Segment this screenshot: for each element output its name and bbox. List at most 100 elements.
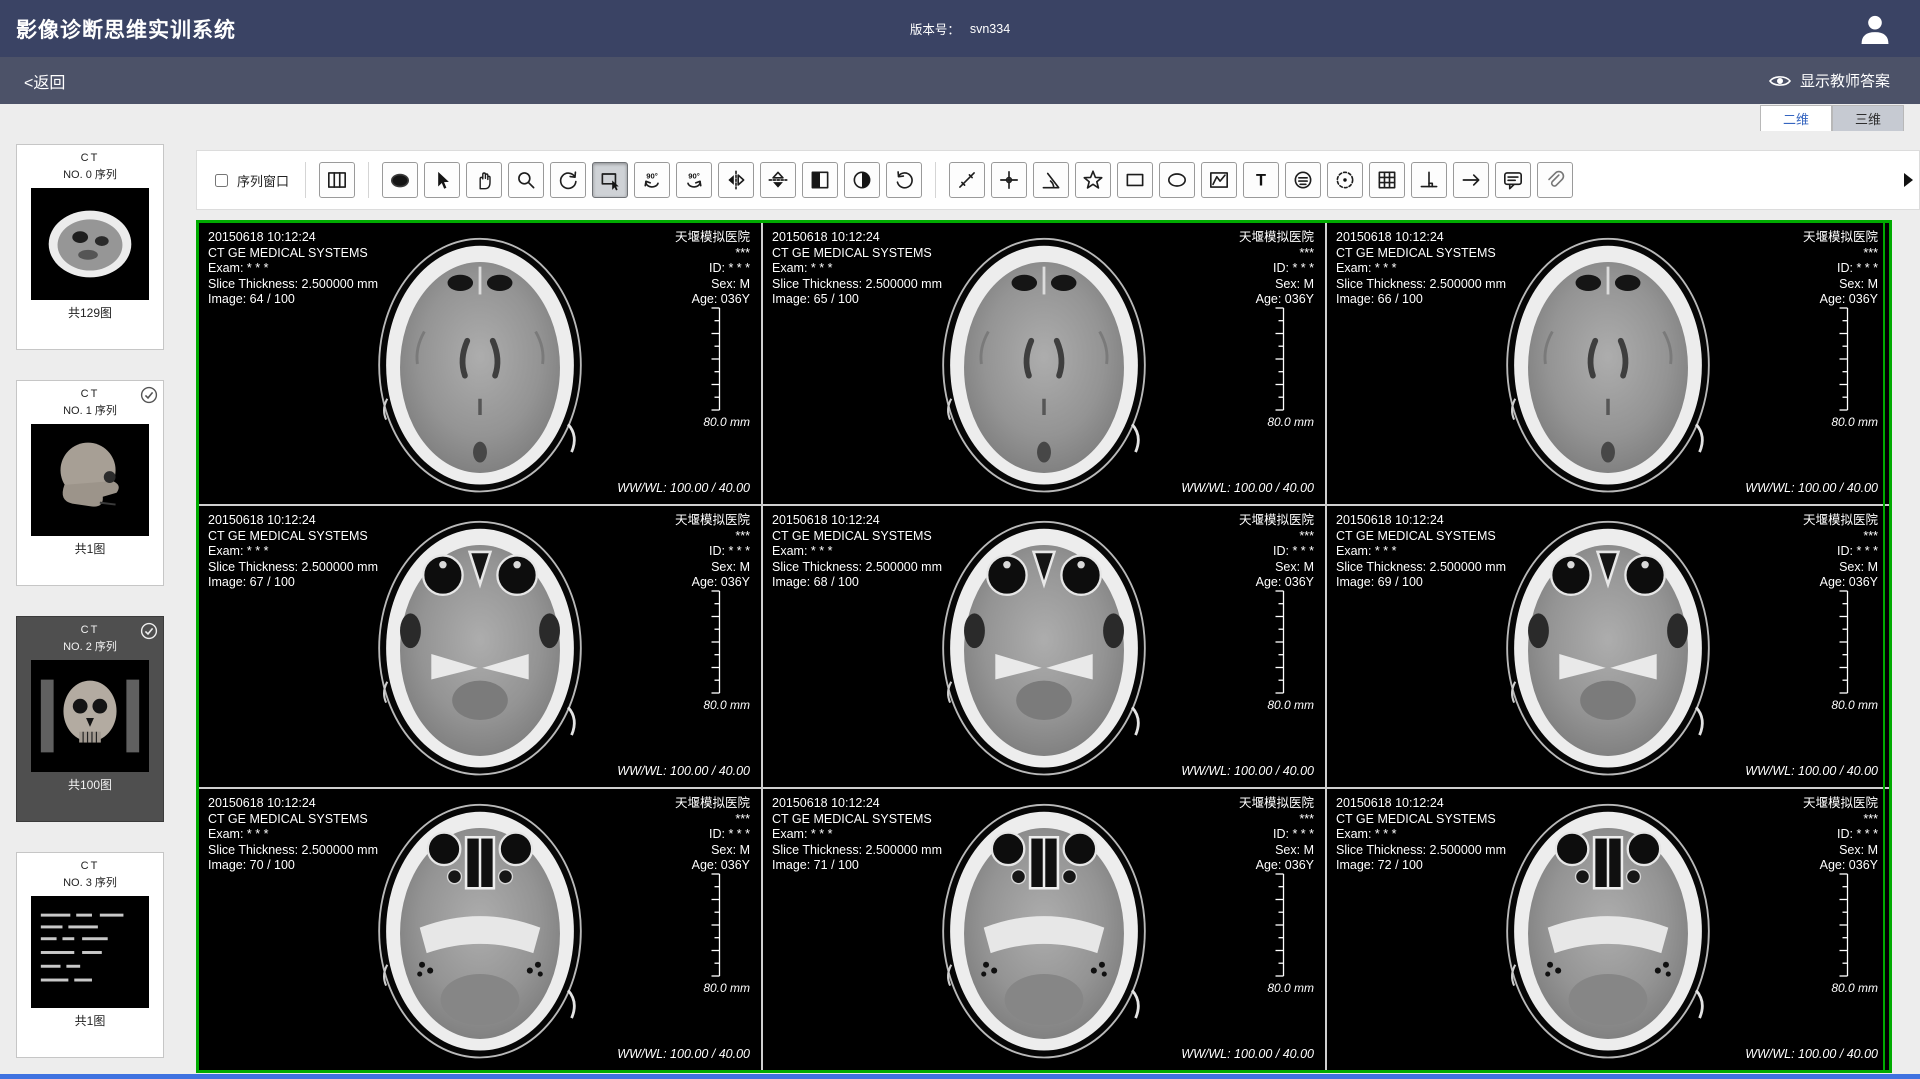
series-window-label[interactable]: 序列窗口 [237, 171, 289, 190]
pointer-cursor-icon [430, 168, 454, 192]
series-card[interactable]: CT NO. 3 序列 [16, 852, 164, 1058]
panel-exam: Exam: * * * [208, 827, 378, 843]
paperclip-icon [1543, 168, 1567, 192]
panel-thickness: Slice Thickness: 2.500000 mm [1336, 560, 1506, 576]
panel-info-left: 20150618 10:12:24 CT GE MEDICAL SYSTEMS … [208, 796, 378, 874]
tool-pan-button[interactable] [466, 162, 502, 198]
toolbar-separator [368, 162, 369, 198]
viewer-area: 20150618 10:12:24 CT GE MEDICAL SYSTEMS … [196, 220, 1892, 1073]
series-card[interactable]: CT NO. 1 序列 [16, 380, 164, 586]
series-card[interactable]: CT NO. 2 序列 [16, 616, 164, 822]
viewport-panel[interactable]: 20150618 10:12:24 CT GE MEDICAL SYSTEMS … [763, 789, 1325, 1070]
panel-stars: *** [1803, 812, 1878, 828]
panel-hospital: 天堰模拟医院 [1239, 230, 1314, 246]
panel-datetime: 20150618 10:12:24 [1336, 513, 1506, 529]
tool-rotate-button[interactable] [550, 162, 586, 198]
show-teacher-answer-button[interactable]: 显示教师答案 [1762, 69, 1896, 92]
toolbar: 序列窗口 [196, 150, 1920, 210]
text-tool-icon: T [1249, 168, 1273, 192]
viewer-right-rail [1883, 223, 1885, 1070]
back-button[interactable]: <返回 [24, 69, 65, 93]
panel-info-right: 天堰模拟医院 *** ID: * * * Sex: M Age: 036Y [1803, 796, 1878, 874]
tool-invert-button[interactable] [802, 162, 838, 198]
panel-sex: Sex: M [1239, 277, 1314, 293]
series-count: 共1图 [17, 1012, 163, 1029]
viewport-panel[interactable]: 20150618 10:12:24 CT GE MEDICAL SYSTEMS … [199, 789, 761, 1070]
tool-circle-roi-button[interactable] [1285, 162, 1321, 198]
series-label: NO. 0 序列 [17, 166, 163, 182]
ct-image [1481, 790, 1736, 1068]
tool-measure-star-button[interactable] [1075, 162, 1111, 198]
series-modality: CT [17, 860, 163, 872]
series-card[interactable]: CT NO. 0 序列 [16, 144, 164, 350]
panel-hospital: 天堰模拟医院 [1803, 513, 1878, 529]
tab-2d[interactable]: 二维 [1760, 105, 1832, 131]
tool-point-roi-button[interactable] [1327, 162, 1363, 198]
tab-3d[interactable]: 三维 [1832, 105, 1904, 131]
tool-rotate-left-90-button[interactable]: 90° [634, 162, 670, 198]
viewport-panel[interactable]: 20150618 10:12:24 CT GE MEDICAL SYSTEMS … [1327, 223, 1889, 504]
panel-patient-id: ID: * * * [675, 827, 750, 843]
horizontal-scrollbar[interactable] [0, 1074, 1920, 1079]
panel-image-number: Image: 70 / 100 [208, 858, 378, 874]
tool-measure-ellipse-button[interactable] [1159, 162, 1195, 198]
tool-zoom-button[interactable] [508, 162, 544, 198]
panel-window-level: WW/WL: 100.00 / 40.00 [1745, 764, 1878, 780]
panel-exam: Exam: * * * [772, 827, 942, 843]
viewport-panel[interactable]: 20150618 10:12:24 CT GE MEDICAL SYSTEMS … [1327, 789, 1889, 1070]
eye-icon [1768, 73, 1792, 89]
perpendicular-icon [1417, 168, 1441, 192]
user-avatar-button[interactable] [1856, 10, 1894, 48]
panel-thickness: Slice Thickness: 2.500000 mm [1336, 277, 1506, 293]
panel-device: CT GE MEDICAL SYSTEMS [772, 529, 942, 545]
tool-rotate-right-90-button[interactable]: 90° [676, 162, 712, 198]
panel-exam: Exam: * * * [772, 261, 942, 277]
series-thumbnail[interactable] [31, 896, 149, 1008]
tool-measure-line-button[interactable] [949, 162, 985, 198]
panel-patient-id: ID: * * * [675, 544, 750, 560]
tool-attachment-button[interactable] [1537, 162, 1573, 198]
tool-comment-button[interactable] [1495, 162, 1531, 198]
tool-flip-vertical-button[interactable] [760, 162, 796, 198]
thumbnail-image [31, 188, 149, 300]
ct-image [353, 507, 608, 785]
panel-age: Age: 036Y [675, 858, 750, 874]
tool-window-region-button[interactable] [592, 162, 628, 198]
tool-measure-angle-button[interactable] [1033, 162, 1069, 198]
tool-arrow-annotation-button[interactable] [1453, 162, 1489, 198]
tool-grid-button[interactable] [1369, 162, 1405, 198]
panel-info-left: 20150618 10:12:24 CT GE MEDICAL SYSTEMS … [1336, 230, 1506, 308]
viewport-panel[interactable]: 20150618 10:12:24 CT GE MEDICAL SYSTEMS … [199, 506, 761, 787]
app-title: 影像诊断思维实训系统 [16, 14, 236, 44]
panel-info-left: 20150618 10:12:24 CT GE MEDICAL SYSTEMS … [1336, 796, 1506, 874]
panel-scale-label: 80.0 mm [703, 698, 750, 713]
panel-sex: Sex: M [1239, 843, 1314, 859]
tool-shade-ellipse-button[interactable] [382, 162, 418, 198]
series-thumbnail[interactable] [31, 424, 149, 536]
viewport-panel[interactable]: 20150618 10:12:24 CT GE MEDICAL SYSTEMS … [199, 223, 761, 504]
tool-perpendicular-button[interactable] [1411, 162, 1447, 198]
pseudo-color-icon [850, 168, 874, 192]
series-thumbnail[interactable] [31, 660, 149, 772]
tool-measure-cross-button[interactable] [991, 162, 1027, 198]
series-modality: CT [17, 152, 163, 164]
content-area: 序列窗口 [176, 104, 1920, 1079]
panel-thickness: Slice Thickness: 2.500000 mm [208, 277, 378, 293]
tool-flip-horizontal-button[interactable] [718, 162, 754, 198]
tool-pseudo-color-button[interactable] [844, 162, 880, 198]
rectangle-icon [1123, 168, 1147, 192]
series-thumbnail[interactable] [31, 188, 149, 300]
series-window-checkbox[interactable] [215, 174, 228, 187]
tool-layout-button[interactable] [319, 162, 355, 198]
viewport-panel[interactable]: 20150618 10:12:24 CT GE MEDICAL SYSTEMS … [763, 223, 1325, 504]
tool-histogram-button[interactable] [1201, 162, 1237, 198]
viewport-panel[interactable]: 20150618 10:12:24 CT GE MEDICAL SYSTEMS … [763, 506, 1325, 787]
tool-pointer-select-button[interactable] [424, 162, 460, 198]
tool-measure-rect-button[interactable] [1117, 162, 1153, 198]
panel-thickness: Slice Thickness: 2.500000 mm [1336, 843, 1506, 859]
viewport-panel[interactable]: 20150618 10:12:24 CT GE MEDICAL SYSTEMS … [1327, 506, 1889, 787]
tool-text-annotation-button[interactable]: T [1243, 162, 1279, 198]
flip-vertical-icon [766, 168, 790, 192]
tool-reset-button[interactable] [886, 162, 922, 198]
toolbar-overflow-icon[interactable] [1904, 173, 1913, 187]
